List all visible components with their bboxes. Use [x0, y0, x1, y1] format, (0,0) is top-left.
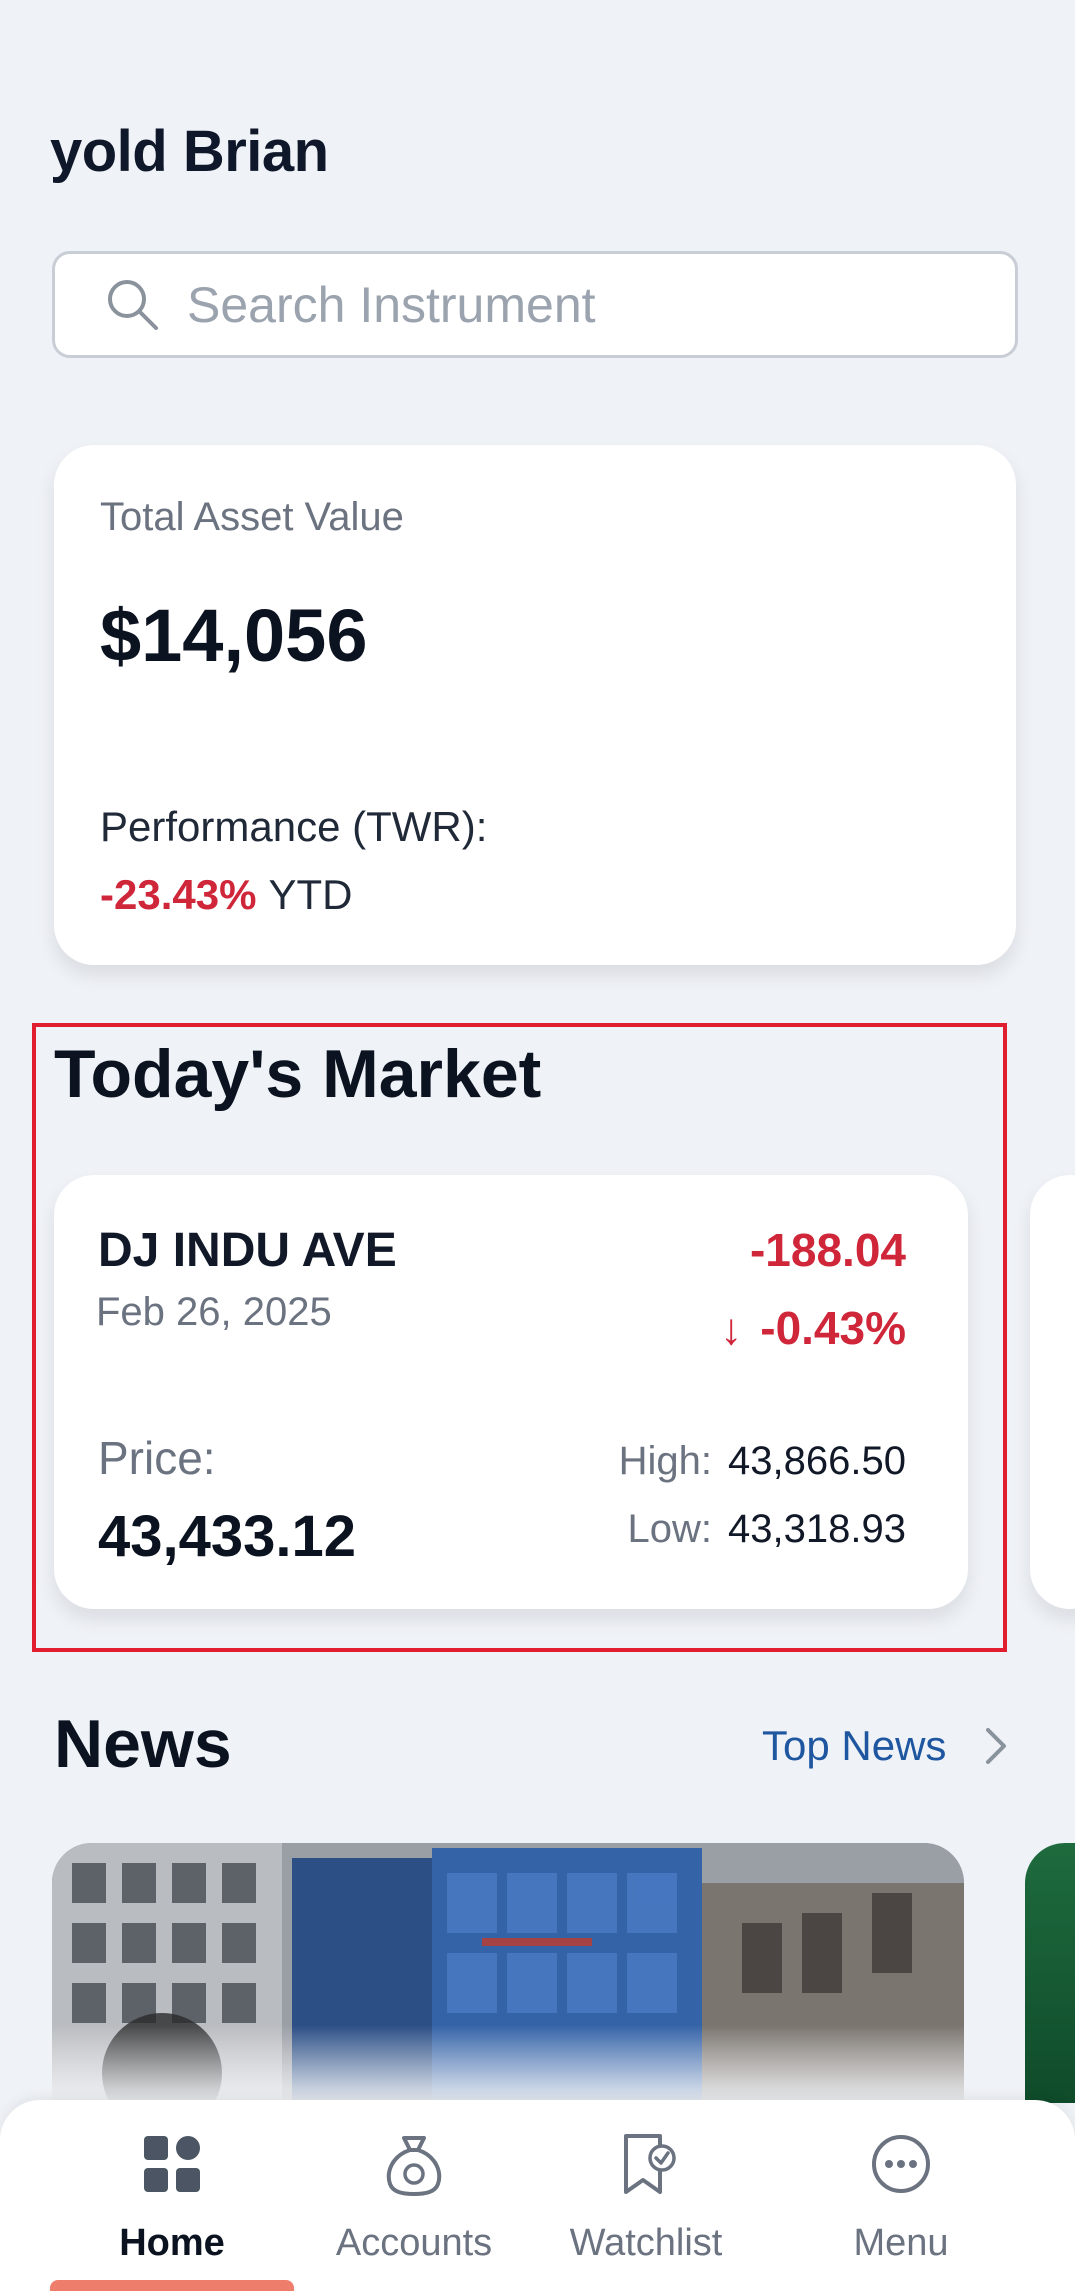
index-date: Feb 26, 2025	[96, 1290, 332, 1334]
active-tab-indicator	[50, 2280, 294, 2291]
next-news-card[interactable]	[1025, 1843, 1075, 2103]
index-change-percent-value: -0.43%	[760, 1302, 906, 1354]
asset-value: $14,056	[100, 594, 368, 677]
money-bag-icon	[386, 2136, 442, 2196]
market-section-title: Today's Market	[54, 1036, 542, 1112]
nav-accounts-label: Accounts	[335, 2222, 493, 2264]
search-input[interactable]	[187, 275, 987, 334]
top-news-label: Top News	[762, 1722, 947, 1769]
nav-watchlist-label: Watchlist	[569, 2222, 723, 2264]
low-label: Low:	[627, 1507, 713, 1551]
high-label: High:	[618, 1439, 713, 1483]
nav-accounts[interactable]: Accounts	[314, 2128, 514, 2278]
chevron-right-icon	[986, 1728, 1007, 1764]
down-arrow-icon: ↓	[720, 1305, 743, 1354]
bottom-navigation: Home Accounts Watchlist Menu	[0, 2100, 1075, 2291]
search-bar[interactable]	[52, 251, 1018, 358]
nav-watchlist[interactable]: Watchlist	[546, 2128, 746, 2278]
high-value: 43,866.50	[728, 1439, 906, 1483]
price-label: Price:	[98, 1432, 216, 1484]
nav-home-label: Home	[119, 2222, 225, 2264]
top-news-link[interactable]: Top News	[762, 1722, 1008, 1770]
performance-period: YTD	[268, 871, 353, 918]
asset-label: Total Asset Value	[100, 495, 404, 539]
bookmark-check-icon	[624, 2134, 676, 2194]
next-market-card[interactable]	[1030, 1175, 1075, 1609]
nav-menu[interactable]: Menu	[801, 2128, 1001, 2278]
price-value: 43,433.12	[98, 1504, 357, 1569]
nav-menu-label: Menu	[853, 2222, 949, 2264]
nav-home[interactable]: Home	[72, 2128, 272, 2278]
index-name: DJ INDU AVE	[98, 1224, 397, 1277]
news-article-image[interactable]	[52, 1843, 964, 2103]
high-row: High: 43,866.50	[619, 1439, 906, 1484]
home-grid-icon	[144, 2136, 200, 2192]
more-dots-icon	[872, 2135, 930, 2193]
total-asset-card[interactable]: Total Asset Value $14,056 Performance (T…	[54, 445, 1016, 965]
market-index-card[interactable]: DJ INDU AVE Feb 26, 2025 -188.04 ↓ -0.43%…	[54, 1175, 968, 1609]
performance-line: -23.43% YTD	[100, 871, 352, 919]
news-section-title: News	[54, 1706, 232, 1782]
index-change: -188.04	[749, 1224, 906, 1276]
index-change-percent: ↓ -0.43%	[720, 1301, 906, 1355]
greeting-title: yold Brian	[50, 119, 329, 184]
search-icon	[108, 279, 158, 330]
home-screen: yold Brian Total Asset Value $14,056 Per…	[0, 0, 1075, 2291]
performance-label: Performance (TWR):	[100, 803, 488, 850]
low-value: 43,318.93	[728, 1507, 906, 1551]
low-row: Low: 43,318.93	[628, 1507, 906, 1552]
stock-exchange-building-image	[52, 1843, 964, 2103]
performance-value: -23.43%	[100, 871, 257, 918]
